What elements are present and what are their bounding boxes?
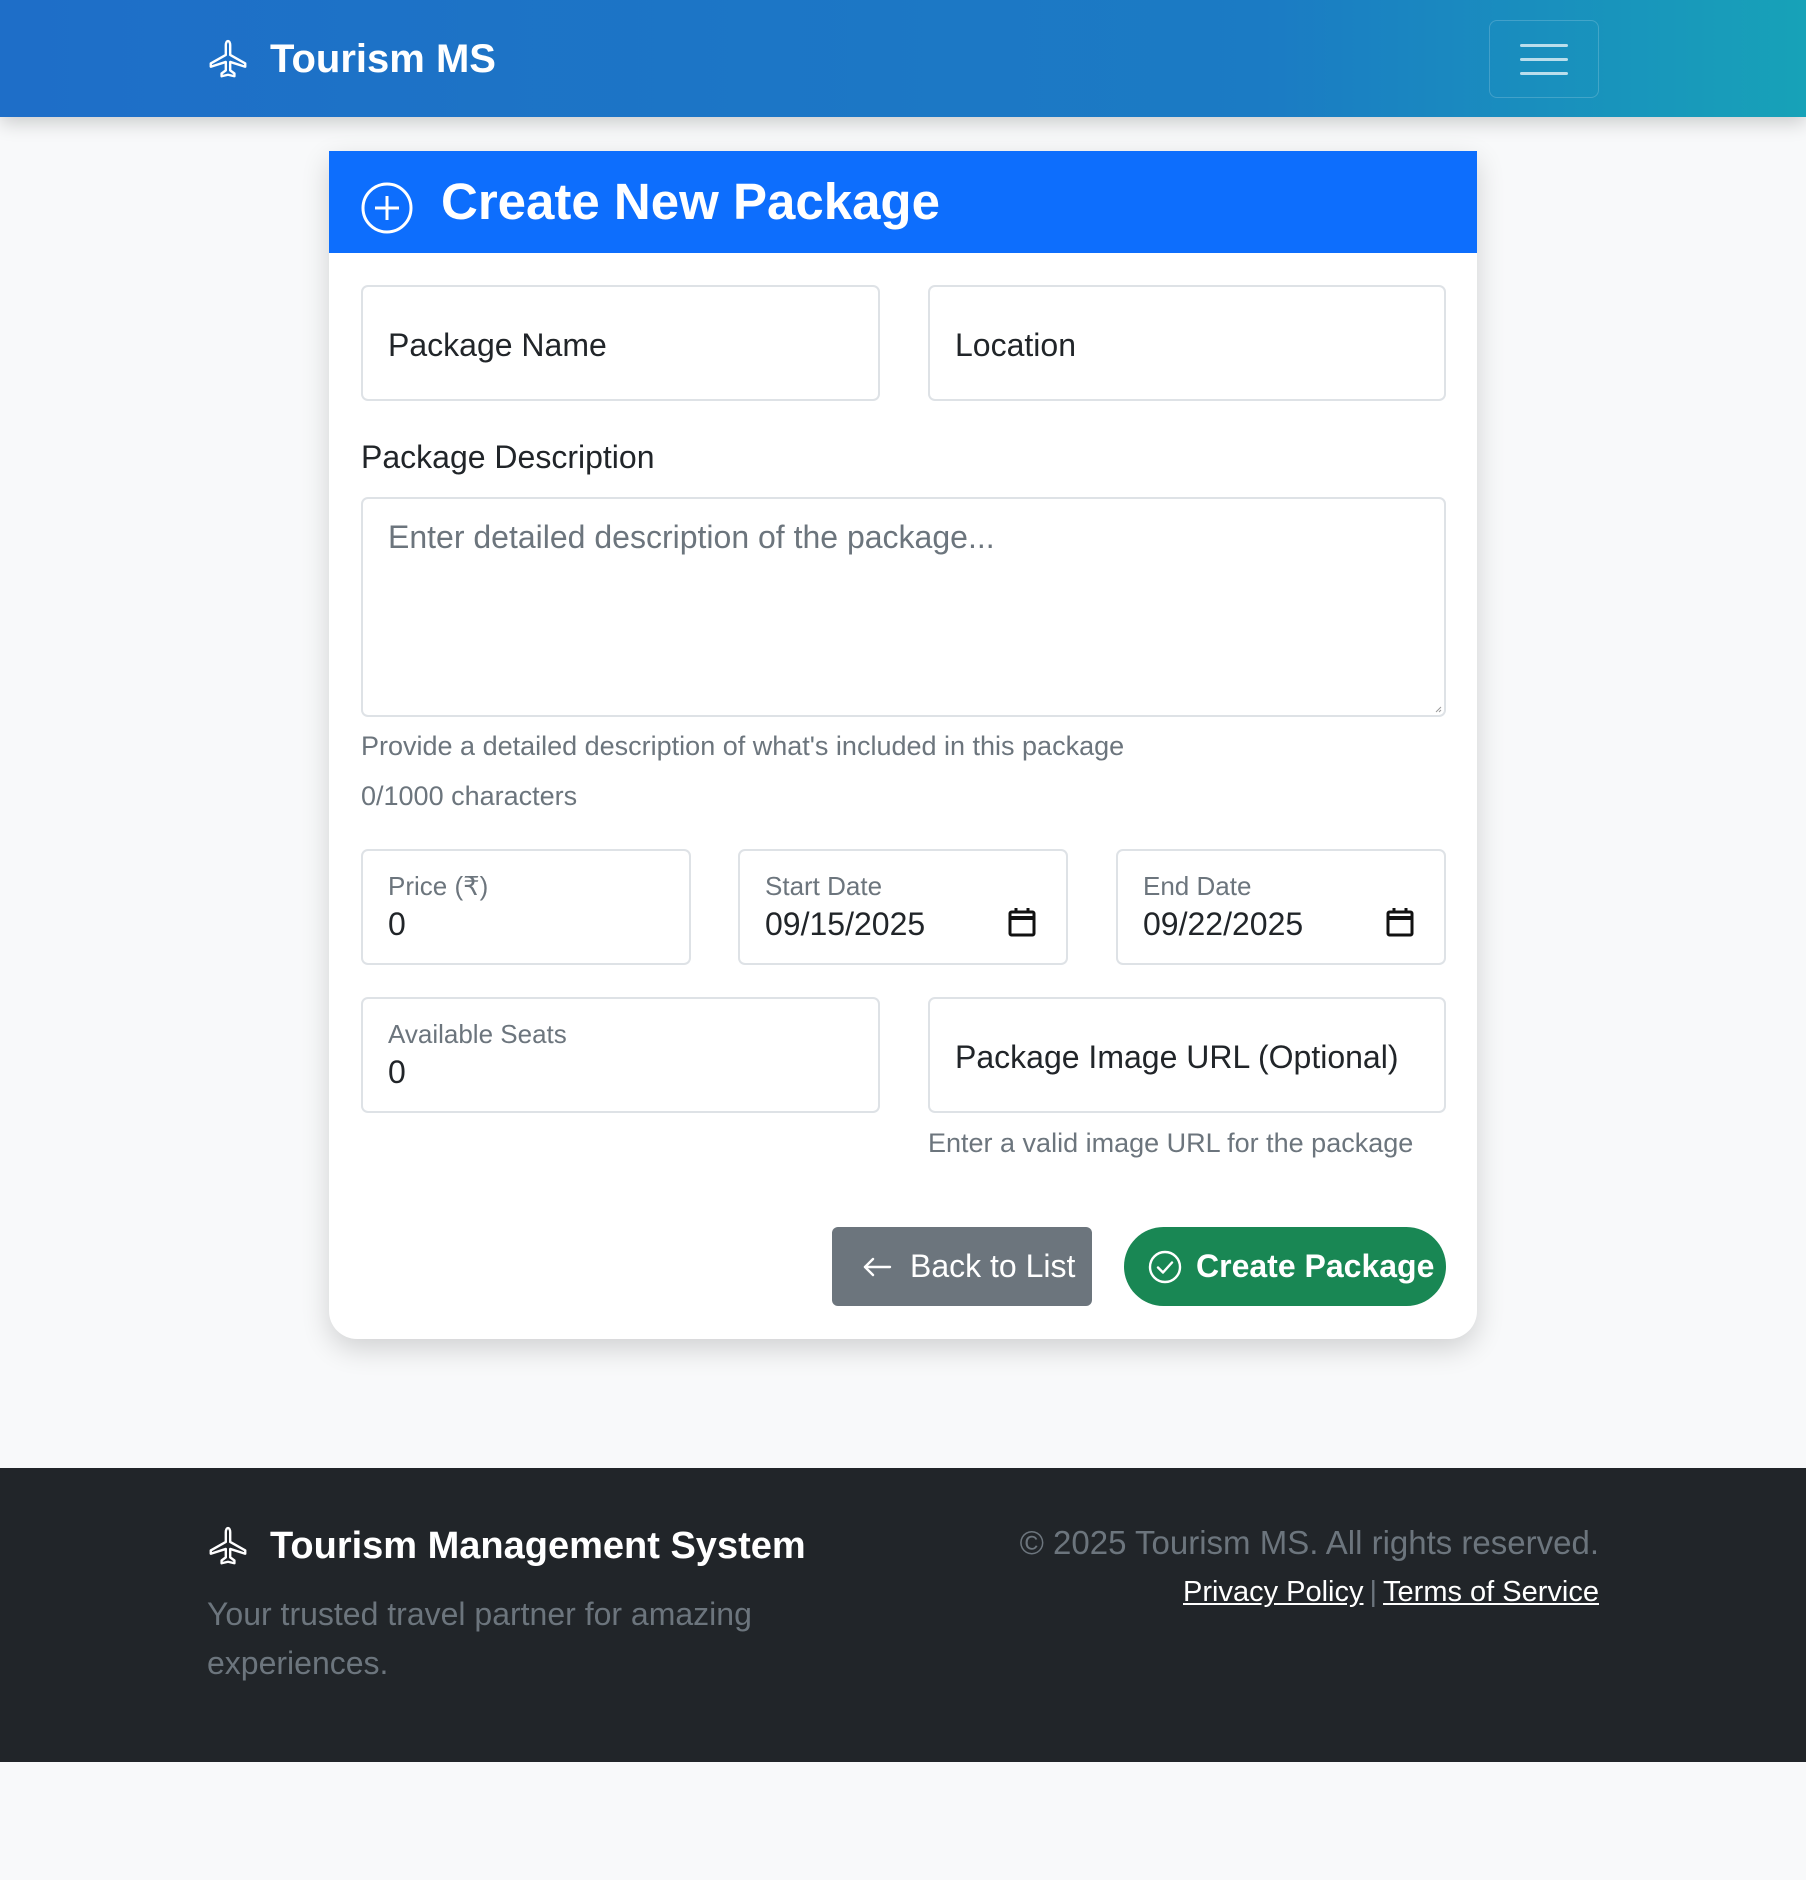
hamburger-menu-icon-bar: [1520, 71, 1568, 75]
hamburger-menu-icon-bar: [1520, 57, 1568, 61]
description-label: Package Description: [361, 439, 655, 475]
footer-tagline: Your trusted travel partner for amazing …: [207, 1596, 752, 1681]
airplane-icon: [209, 39, 247, 78]
available-seats-value: 0: [388, 1054, 406, 1090]
card-header: Create New Package: [329, 151, 1477, 253]
price-label: Price (₹): [388, 871, 489, 901]
footer-links: Privacy Policy | Terms of Service: [1183, 1576, 1599, 1609]
terms-of-service-link[interactable]: Terms of Service: [1383, 1576, 1599, 1608]
end-date-value: 09/22/2025: [1143, 906, 1304, 942]
arrow-left-icon: [863, 1257, 892, 1276]
plus-circle-icon: [361, 182, 413, 234]
footer-link-separator: |: [1369, 1576, 1378, 1608]
check-circle-icon: [1148, 1250, 1182, 1283]
create-package-button[interactable]: Create Package: [1124, 1227, 1446, 1306]
available-seats-label: Available Seats: [388, 1019, 567, 1049]
navbar-brand[interactable]: Tourism MS: [206, 34, 496, 84]
package-name-field[interactable]: Package Name: [361, 285, 880, 401]
navbar-brand-text: Tourism MS: [270, 36, 496, 81]
location-field[interactable]: Location: [928, 285, 1446, 401]
page-title: Create New Package: [441, 173, 940, 230]
description-help-text: Provide a detailed description of what's…: [361, 731, 1125, 761]
footer-copyright: © 2025 Tourism MS. All rights reserved.: [1019, 1524, 1599, 1561]
end-date-label: End Date: [1143, 871, 1252, 901]
price-field[interactable]: Price (₹) 0: [361, 849, 691, 965]
end-date-field[interactable]: End Date 09/22/2025: [1116, 849, 1446, 965]
footer-brand: Tourism Management System: [206, 1524, 806, 1568]
navbar: Tourism MS: [0, 0, 1806, 117]
start-date-value: 09/15/2025: [765, 906, 926, 942]
available-seats-field[interactable]: Available Seats 0: [361, 997, 880, 1113]
privacy-policy-link[interactable]: Privacy Policy: [1183, 1576, 1364, 1608]
back-to-list-label: Back to List: [910, 1248, 1076, 1284]
footer-brand-text: Tourism Management System: [270, 1524, 806, 1567]
airplane-icon: [209, 1526, 247, 1565]
create-package-card: Create New Package Package Name Location…: [329, 151, 1477, 1339]
location-placeholder: Location: [955, 327, 1076, 363]
image-url-field[interactable]: Package Image URL (Optional): [928, 997, 1446, 1113]
price-value: 0: [388, 906, 406, 942]
back-to-list-button[interactable]: Back to List: [832, 1227, 1092, 1306]
create-package-label: Create Package: [1196, 1248, 1435, 1284]
calendar-icon[interactable]: [1008, 907, 1036, 937]
description-textarea[interactable]: Enter detailed description of the packag…: [361, 497, 1446, 717]
hamburger-menu-icon: [1520, 43, 1568, 47]
image-url-help-text: Enter a valid image URL for the package: [928, 1128, 1414, 1158]
image-url-placeholder: Package Image URL (Optional): [955, 1039, 1399, 1075]
footer: Tourism Management System Your trusted t…: [0, 1468, 1806, 1762]
navbar-toggler-button[interactable]: [1489, 20, 1599, 98]
calendar-icon[interactable]: [1386, 907, 1414, 937]
resize-handle-icon[interactable]: [1434, 705, 1442, 713]
description-placeholder: Enter detailed description of the packag…: [388, 519, 995, 555]
package-name-placeholder: Package Name: [388, 327, 607, 363]
start-date-label: Start Date: [765, 871, 883, 901]
description-char-counter: 0/1000 characters: [361, 781, 578, 811]
start-date-field[interactable]: Start Date 09/15/2025: [738, 849, 1068, 965]
